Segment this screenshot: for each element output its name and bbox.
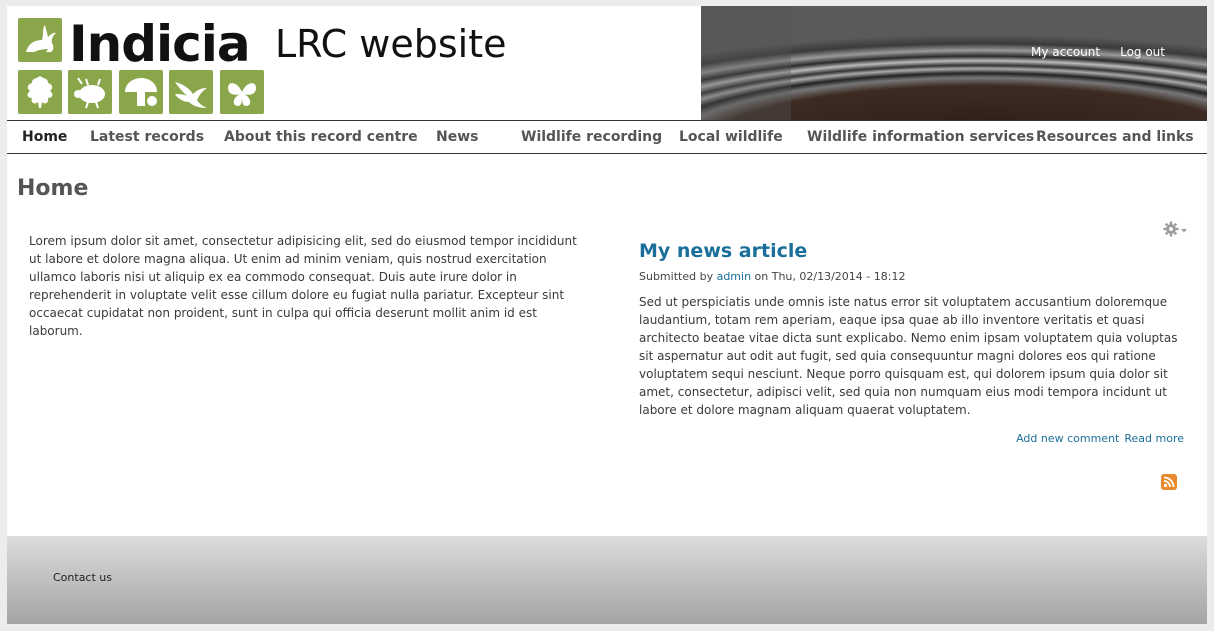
- read-more-link[interactable]: Read more: [1124, 432, 1184, 445]
- chevron-down-icon: [1181, 229, 1187, 233]
- beetle-icon: [68, 70, 112, 114]
- author-link[interactable]: admin: [717, 270, 751, 283]
- site-header: Indicia LRC website My account Log out: [7, 6, 1207, 120]
- contact-us-link[interactable]: Contact us: [53, 571, 112, 584]
- article-links: Add new comment Read more: [1016, 432, 1184, 445]
- news-article: My news article Submitted by admin on Th…: [639, 238, 1187, 419]
- contextual-links-gear[interactable]: [1162, 220, 1190, 238]
- my-account-link[interactable]: My account: [1031, 45, 1100, 59]
- page-title: Home: [17, 176, 89, 201]
- swallow-icon: [169, 70, 213, 114]
- add-comment-link[interactable]: Add new comment: [1016, 432, 1119, 445]
- submitted-date: on Thu, 02/13/2014 - 18:12: [754, 270, 906, 283]
- article-title[interactable]: My news article: [639, 238, 1187, 264]
- header-banner-image: My account Log out: [701, 6, 1207, 120]
- nav-item-news[interactable]: News: [436, 129, 478, 145]
- article-body: Sed ut perspiciatis unde omnis iste natu…: [639, 295, 1178, 417]
- main-navigation: Home Latest records About this record ce…: [7, 120, 1207, 154]
- article-submitted: Submitted by admin on Thu, 02/13/2014 - …: [639, 270, 1187, 283]
- nav-item-local-wildlife[interactable]: Local wildlife: [679, 129, 783, 145]
- mushroom-icon: [119, 70, 163, 114]
- site-subtitle[interactable]: LRC website: [275, 20, 507, 68]
- hare-icon: [18, 18, 62, 62]
- oak-leaf-icon: [18, 70, 62, 114]
- log-out-link[interactable]: Log out: [1120, 45, 1165, 59]
- camera-lens-image: [701, 6, 1207, 120]
- nav-item-resources-and-links[interactable]: Resources and links: [1036, 129, 1194, 145]
- site-brand[interactable]: Indicia: [69, 12, 251, 76]
- submitted-prefix: Submitted by: [639, 270, 714, 283]
- gear-icon: [1163, 221, 1187, 237]
- nav-item-about[interactable]: About this record centre: [224, 129, 418, 145]
- rss-feed-button[interactable]: [1161, 474, 1177, 490]
- butterfly-icon: [220, 70, 264, 114]
- page-container: Indicia LRC website My account Log out H…: [7, 6, 1207, 624]
- nav-item-wildlife-information-services[interactable]: Wildlife information services: [807, 129, 1034, 145]
- nav-item-latest-records[interactable]: Latest records: [90, 129, 204, 145]
- nav-item-home[interactable]: Home: [22, 129, 67, 145]
- nav-item-wildlife-recording[interactable]: Wildlife recording: [521, 129, 662, 145]
- intro-text: Lorem ipsum dolor sit amet, consectetur …: [29, 234, 577, 338]
- rss-icon: [1163, 476, 1175, 488]
- user-menu: My account Log out: [1031, 45, 1165, 59]
- site-footer: Contact us: [7, 536, 1207, 624]
